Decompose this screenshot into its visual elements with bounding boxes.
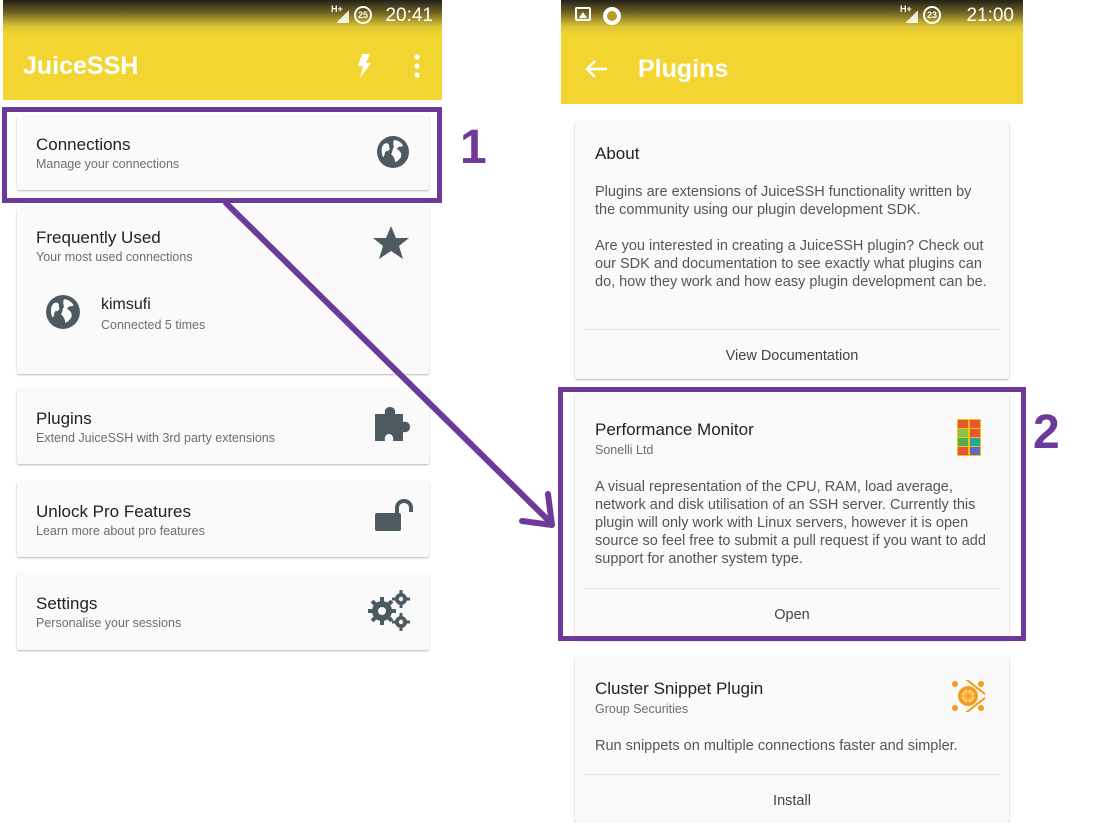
divider [583, 774, 1001, 775]
bolt-icon[interactable] [355, 54, 373, 78]
gears-icon [368, 590, 410, 631]
connection-detail: Connected 5 times [101, 318, 206, 332]
signal-icon: H+ [900, 4, 918, 24]
puzzle-piece-icon [375, 407, 410, 441]
app-bar: Plugins [561, 34, 1023, 104]
page-title: Plugins [638, 55, 729, 83]
divider [583, 329, 1001, 330]
status-time: 20:41 [385, 5, 433, 26]
performance-monitor-icon [957, 419, 981, 456]
frequent-title: Frequently Used [36, 228, 161, 247]
overflow-menu-icon[interactable] [413, 54, 421, 78]
image-notification-icon [575, 7, 591, 21]
settings-title: Settings [36, 594, 98, 613]
status-bar: H+ 23 21:00 [561, 0, 1023, 34]
status-bar: H+ 25 20:41 [3, 0, 442, 34]
step-number-2: 2 [1033, 406, 1060, 459]
star-icon [373, 226, 409, 259]
frequent-subtitle: Your most used connections [36, 250, 193, 264]
app-title: JuiceSSH [23, 52, 139, 80]
plugin-author: Sonelli Ltd [595, 443, 654, 457]
step-number-1: 1 [460, 121, 487, 174]
about-paragraph-2: Are you interested in creating a JuiceSS… [595, 238, 987, 290]
plugin-title: Cluster Snippet Plugin [595, 679, 764, 698]
orange-snippet-icon [952, 680, 985, 712]
unlock-icon [375, 499, 413, 531]
plugin-title: Performance Monitor [595, 420, 754, 439]
unlock-pro-card[interactable]: Unlock Pro Features Learn more about pro… [17, 481, 429, 557]
globe-icon [46, 295, 80, 329]
plugins-subtitle: Extend JuiceSSH with 3rd party extension… [36, 431, 276, 445]
unlock-title: Unlock Pro Features [36, 502, 191, 521]
battery-icon: 23 [923, 6, 941, 24]
view-documentation-button[interactable]: View Documentation [575, 348, 1009, 364]
back-arrow-icon[interactable] [585, 59, 609, 79]
divider [583, 588, 1001, 589]
plugins-title: Plugins [36, 409, 92, 428]
install-button[interactable]: Install [575, 793, 1009, 809]
cluster-snippet-card: Cluster Snippet Plugin Group Securities … [575, 656, 1009, 823]
app-notification-icon [603, 7, 621, 25]
settings-subtitle: Personalise your sessions [36, 616, 182, 630]
unlock-subtitle: Learn more about pro features [36, 524, 205, 538]
plugin-description: A visual representation of the CPU, RAM,… [595, 479, 986, 567]
app-bar: JuiceSSH [3, 34, 442, 100]
plugin-description: Run snippets on multiple connections fas… [595, 738, 958, 754]
about-card: About Plugins are extensions of JuiceSSH… [575, 121, 1009, 379]
connections-title: Connections [36, 135, 131, 154]
connection-name: kimsufi [101, 296, 151, 313]
settings-card[interactable]: Settings Personalise your sessions [17, 573, 429, 650]
connections-card[interactable]: Connections Manage your connections [17, 115, 429, 190]
status-time: 21:00 [966, 5, 1014, 26]
plugin-author: Group Securities [595, 702, 689, 716]
globe-icon [377, 136, 409, 168]
performance-monitor-card: Performance Monitor Sonelli Ltd A visual… [575, 392, 1009, 640]
about-paragraph-1: Plugins are extensions of JuiceSSH funct… [595, 184, 972, 218]
signal-icon: H+ [331, 4, 349, 24]
about-title: About [595, 144, 640, 163]
plugins-screen: H+ 23 21:00 Plugins About Plugins are ex… [561, 0, 1023, 823]
home-screen: H+ 25 20:41 JuiceSSH Connections Manage … [3, 0, 442, 823]
open-button[interactable]: Open [575, 607, 1009, 623]
connections-subtitle: Manage your connections [36, 157, 180, 171]
plugins-card[interactable]: Plugins Extend JuiceSSH with 3rd party e… [17, 388, 429, 464]
frequently-used-card: Frequently Used Your most used connectio… [17, 208, 429, 374]
battery-icon: 25 [354, 6, 372, 24]
connection-item-kimsufi[interactable]: kimsufi Connected 5 times [37, 290, 407, 338]
